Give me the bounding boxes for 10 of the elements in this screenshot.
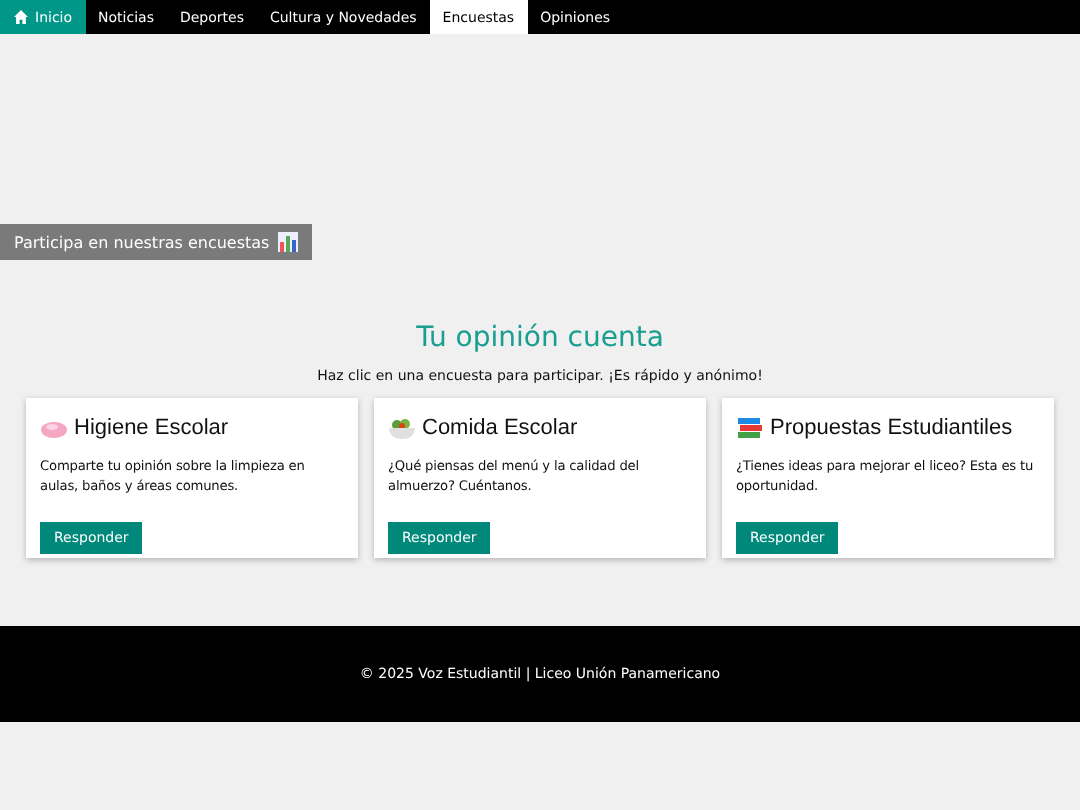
bar-chart-icon (277, 232, 298, 252)
salad-bowl-icon (388, 416, 416, 440)
card-title: Propuestas Estudiantiles (770, 416, 1013, 440)
card-title: Higiene Escolar (74, 416, 229, 440)
books-icon (736, 416, 764, 440)
surveys-button[interactable]: Participa en nuestras encuestas (0, 224, 312, 260)
section-heading: Tu opinión cuenta (414, 322, 666, 358)
card-title: Comida Escolar (422, 416, 578, 440)
home-icon (13, 10, 27, 24)
soap-icon (40, 416, 68, 440)
